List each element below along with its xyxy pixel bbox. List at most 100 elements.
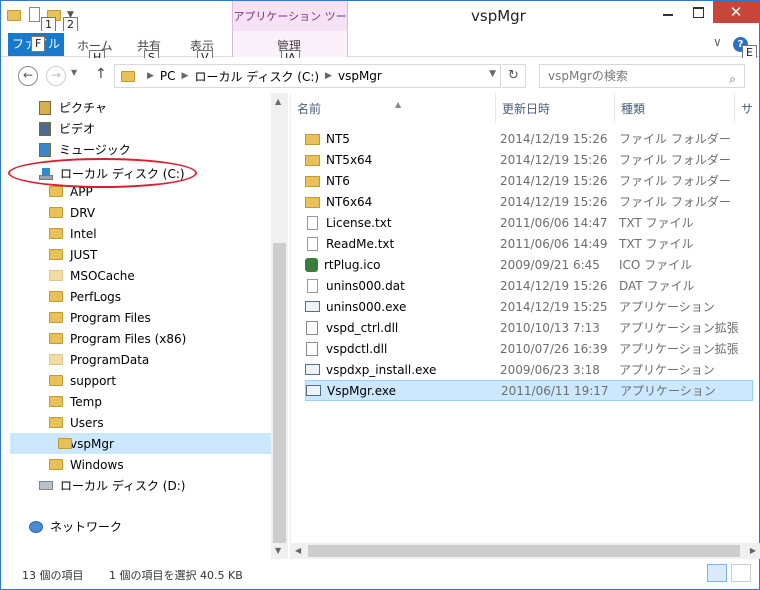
column-header-size[interactable]: サイ — [735, 93, 760, 123]
nav-item-windows[interactable]: Windows — [1, 454, 271, 475]
nav-item-pictures[interactable]: ピクチャ — [1, 97, 271, 118]
nav-item-program-files-x86[interactable]: Program Files (x86) — [1, 328, 271, 349]
folder-icon — [49, 270, 63, 281]
file-row[interactable]: unins000.dat 2014/12/19 15:26 DAT ファイル — [305, 275, 753, 296]
file-date: 2014/12/19 15:26 — [500, 173, 608, 188]
breadcrumb-pc[interactable]: PC — [160, 69, 176, 83]
file-row[interactable]: NT5x64 2014/12/19 15:26 ファイル フォルダー — [305, 149, 753, 170]
file-row[interactable]: vspd_ctrl.dll 2010/10/13 7:13 アプリケーション拡張 — [305, 317, 753, 338]
column-header-date[interactable]: 更新日時 — [496, 93, 615, 123]
back-button[interactable]: ← — [18, 66, 38, 86]
folder-icon — [49, 312, 63, 323]
scroll-right-icon[interactable]: ▶ — [750, 546, 756, 555]
file-row[interactable]: rtPlug.ico 2009/09/21 6:45 ICO ファイル — [305, 254, 753, 275]
file-type: ファイル フォルダー — [619, 174, 731, 188]
search-placeholder: vspMgrの検索 — [548, 69, 628, 83]
address-dropdown-icon[interactable]: ▼ — [489, 69, 496, 79]
file-row[interactable]: vspdxp_install.exe 2009/06/23 3:18 アプリケー… — [305, 359, 753, 380]
nav-scrollbar[interactable]: ▲ ▼ — [271, 93, 288, 559]
nav-item-label: DRV — [70, 205, 96, 220]
nav-item-network[interactable]: ネットワーク — [1, 516, 271, 537]
nav-item-support[interactable]: support — [1, 370, 271, 391]
nav-item-label: Windows — [70, 457, 124, 472]
recent-locations-icon[interactable]: ▼ — [71, 68, 77, 77]
forward-button[interactable]: → — [46, 66, 66, 86]
breadcrumb-vspmgr[interactable]: vspMgr — [338, 69, 382, 83]
breadcrumb-local-disk-c[interactable]: ローカル ディスク (C:) — [194, 68, 319, 85]
file-date: 2010/10/13 7:13 — [500, 320, 600, 335]
nav-item-program-files[interactable]: Program Files — [1, 307, 271, 328]
horizontal-scrollbar-thumb[interactable] — [308, 545, 740, 557]
application-icon — [306, 385, 321, 396]
nav-item-label: Temp — [70, 394, 102, 409]
nav-item-temp[interactable]: Temp — [1, 391, 271, 412]
file-type: アプリケーション — [619, 300, 715, 314]
file-row[interactable]: NT6x64 2014/12/19 15:26 ファイル フォルダー — [305, 191, 753, 212]
nav-item-intel[interactable]: Intel — [1, 223, 271, 244]
details-view-icon[interactable] — [707, 564, 727, 582]
chevron-right-icon[interactable]: ▶ — [147, 71, 154, 81]
nav-item-music[interactable]: ミュージック — [1, 139, 271, 160]
text-file-icon — [307, 215, 318, 230]
large-icons-view-icon[interactable] — [731, 564, 751, 582]
nav-item-label: PerfLogs — [70, 289, 122, 304]
nav-scrollbar-thumb[interactable] — [273, 243, 286, 543]
refresh-button[interactable]: ↻ — [502, 64, 526, 88]
sort-ascending-icon: ▲ — [395, 100, 402, 109]
music-library-icon — [39, 142, 51, 157]
file-row-selected[interactable]: VspMgr.exe 2011/06/11 19:17 アプリケーション — [305, 380, 753, 401]
address-bar[interactable]: ▶ PC ▶ ローカル ディスク (C:) ▶ vspMgr ▼ — [114, 64, 501, 88]
annotation-ellipse — [8, 158, 197, 188]
nav-item-just[interactable]: JUST — [1, 244, 271, 265]
nav-item-local-disk-d[interactable]: ローカル ディスク (D:) — [1, 475, 271, 496]
expand-ribbon-icon[interactable]: ∨ — [713, 35, 722, 49]
nav-item-msocache[interactable]: MSOCache — [1, 265, 271, 286]
scroll-up-icon[interactable]: ▲ — [275, 97, 281, 106]
file-date: 2014/12/19 15:26 — [500, 278, 608, 293]
column-header-type[interactable]: 種類 — [615, 93, 735, 123]
nav-item-drv[interactable]: DRV — [1, 202, 271, 223]
column-header-name[interactable]: 名前 ▲ — [291, 93, 496, 123]
file-row[interactable]: ReadMe.txt 2011/06/06 14:49 TXT ファイル — [305, 233, 753, 254]
file-row[interactable]: NT6 2014/12/19 15:26 ファイル フォルダー — [305, 170, 753, 191]
file-list-pane: 名前 ▲ 更新日時 種類 サイ NT5 2014/12/19 15:26 ファイ… — [290, 93, 760, 559]
nav-item-perflogs[interactable]: PerfLogs — [1, 286, 271, 307]
keytip-file: F — [31, 36, 46, 52]
nav-item-programdata[interactable]: ProgramData — [1, 349, 271, 370]
folder-icon — [121, 70, 135, 82]
scroll-left-icon[interactable]: ◀ — [295, 546, 301, 555]
file-row[interactable]: unins000.exe 2014/12/19 15:25 アプリケーション — [305, 296, 753, 317]
file-date: 2009/06/23 3:18 — [500, 362, 600, 377]
ribbon: ファイル ホーム 共有 表示 管理 F H S V JA ∨ ? E — [1, 31, 759, 66]
file-type: ファイル フォルダー — [619, 195, 731, 209]
nav-item-users[interactable]: Users — [1, 412, 271, 433]
file-row[interactable]: License.txt 2011/06/06 14:47 TXT ファイル — [305, 212, 753, 233]
folder-icon — [305, 134, 320, 145]
chevron-right-icon[interactable]: ▶ — [325, 71, 332, 81]
folder-icon — [49, 291, 63, 302]
folder-icon — [49, 396, 63, 407]
minimize-button[interactable] — [653, 1, 683, 23]
file-name: vspd_ctrl.dll — [326, 320, 399, 335]
navigation-pane: ピクチャ ビデオ ミュージック ローカル ディスク (C:) APP DRV I… — [1, 93, 289, 559]
dll-file-icon — [306, 320, 318, 335]
close-button[interactable]: ✕ — [713, 1, 759, 23]
nav-item-label: JUST — [70, 247, 98, 262]
maximize-button[interactable] — [683, 1, 713, 23]
nav-item-vspmgr[interactable]: vspMgr — [10, 433, 271, 454]
file-row[interactable]: NT5 2014/12/19 15:26 ファイル フォルダー — [305, 128, 753, 149]
chevron-right-icon[interactable]: ▶ — [182, 71, 189, 81]
folder-icon[interactable] — [7, 7, 23, 23]
file-row[interactable]: vspdctl.dll 2010/07/26 16:39 アプリケーション拡張 — [305, 338, 753, 359]
folder-icon — [49, 207, 63, 218]
status-bar: 13 個の項目 1 個の項目を選択 40.5 KB — [1, 559, 759, 589]
search-input[interactable]: vspMgrの検索 ⌕ — [539, 64, 745, 88]
folder-icon — [49, 417, 63, 428]
nav-item-videos[interactable]: ビデオ — [1, 118, 271, 139]
horizontal-scrollbar[interactable]: ◀ ▶ — [291, 543, 760, 559]
search-icon: ⌕ — [729, 72, 736, 86]
up-button[interactable]: ↑ — [95, 66, 107, 82]
scroll-down-icon[interactable]: ▼ — [275, 546, 281, 555]
file-date: 2011/06/11 19:17 — [501, 383, 609, 398]
folder-icon — [49, 375, 63, 386]
